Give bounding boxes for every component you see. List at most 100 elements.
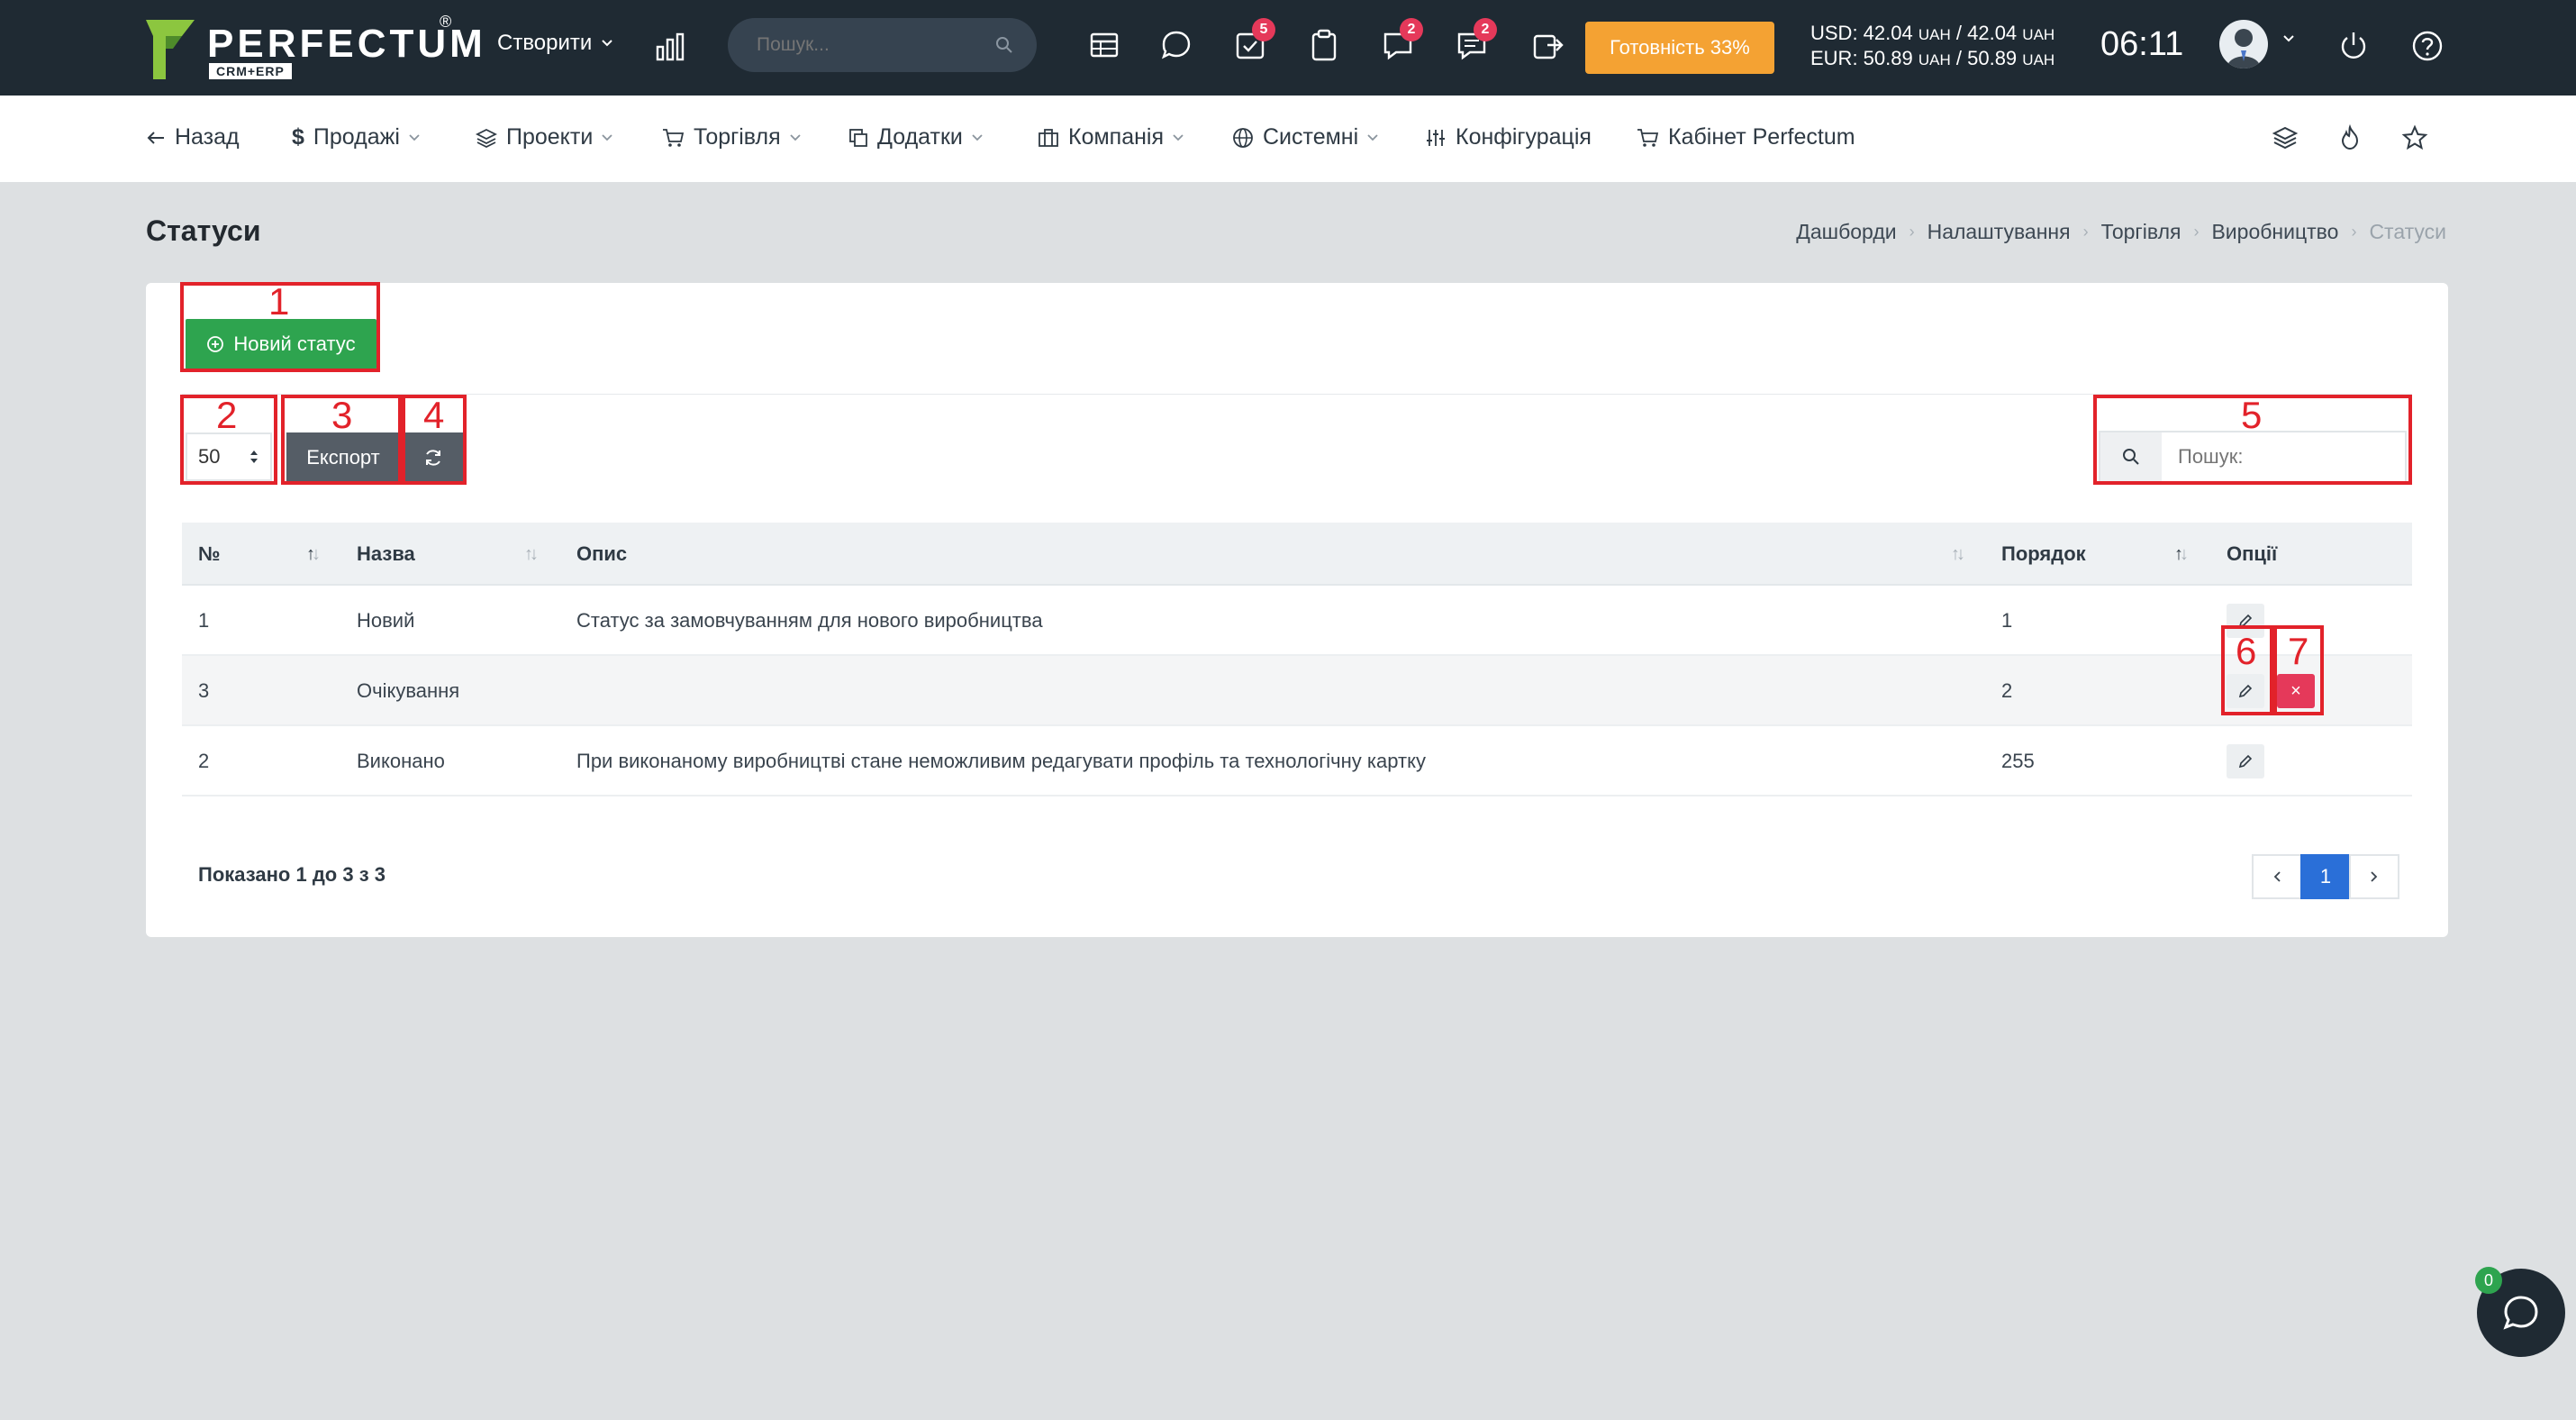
top-bar: PERFECTUM ® CRM+ERP Створити 5 [0,0,2576,96]
pencil-icon [2238,754,2253,769]
help-icon[interactable] [2410,29,2444,63]
annotation-label: 6 [2236,630,2257,672]
cart-icon [663,128,685,147]
page-button[interactable]: 1 [2300,854,2351,899]
chevron-down-icon [1173,133,1184,141]
power-icon[interactable] [2336,29,2371,63]
nav-company[interactable]: Компанія [1038,124,1184,150]
usd-unit-1: UAH [1918,26,1951,43]
annotation-label: 2 [216,394,238,436]
logo-registered-mark: ® [440,13,452,31]
showing-info: Показано 1 до 3 з 3 [198,863,385,886]
fire-icon[interactable] [2336,124,2363,151]
prev-page-button[interactable] [2252,854,2302,899]
tasks-button[interactable]: 5 [1232,18,1275,63]
currency-rates: USD: 42.04 UAH / 42.04 UAH EUR: 50.89 UA… [1810,22,2054,72]
global-search[interactable] [728,18,1037,72]
cell-num: 1 [198,609,210,632]
usd-unit-2: UAH [2022,26,2055,43]
globe-icon [1233,127,1253,148]
nav-company-label: Компанія [1068,124,1164,150]
messages-button[interactable]: 2 [1454,18,1497,63]
cart-icon [1637,128,1659,147]
nav-config[interactable]: Конфігурація [1425,124,1592,150]
col-desc[interactable]: Опис [576,542,627,566]
sort-icon[interactable]: ↑↓ [1951,544,1965,565]
chevron-right-icon: › [1909,223,1915,241]
chevron-right-icon: › [2351,223,2357,241]
nav-addons[interactable]: Додатки [848,124,983,150]
cell-num: 3 [198,679,210,702]
chevron-down-icon [1367,133,1378,141]
dollar-icon: $ [292,124,304,150]
arrow-left-icon [147,131,164,144]
eur-rate-buy: EUR: 50.89 [1810,47,1913,69]
col-name[interactable]: Назва [357,542,415,566]
eur-rate: EUR: 50.89 UAH / 50.89 UAH [1810,47,2054,72]
cell-name: Виконано [357,750,445,772]
col-num[interactable]: № [198,542,221,566]
chevron-down-icon [409,133,420,141]
nav-back[interactable]: Назад [146,124,240,150]
breadcrumb-item[interactable]: Торгівля [2101,220,2181,244]
edit-button[interactable] [2227,744,2264,778]
breadcrumb-item[interactable]: Налаштування [1927,220,2071,244]
annotation-label: 3 [331,394,353,436]
nav-config-label: Конфігурація [1456,124,1592,150]
layers-icon[interactable] [2272,124,2299,151]
usd-rate: USD: 42.04 UAH / 42.04 UAH [1810,22,2054,47]
next-page-button[interactable] [2349,854,2399,899]
nav-cabinet[interactable]: Кабінет Perfectum [1636,124,1855,150]
nav-trade[interactable]: Торгівля [661,124,801,150]
share-export-icon[interactable] [1529,27,1565,63]
chat-icon[interactable] [1158,27,1194,63]
global-search-input[interactable] [757,34,973,56]
nav-addons-label: Додатки [877,124,963,150]
chat-messages-button[interactable]: 2 [1380,18,1423,63]
usd-rate-sell: / 42.04 [1955,22,2018,44]
nav-projects[interactable]: Проекти [476,124,612,150]
chevron-down-icon[interactable] [2282,34,2295,43]
main-nav: Назад $ Продажі Проекти Торгівля Додатки… [0,96,2576,182]
clipboard-icon[interactable] [1306,27,1342,63]
star-icon[interactable] [2401,124,2428,151]
cell-num: 2 [198,750,210,772]
nav-sales-label: Продажі [313,124,400,150]
copy-icon [849,128,867,147]
calendar-icon[interactable] [1086,27,1122,63]
chevron-down-icon [602,133,612,141]
layers-icon [476,128,497,148]
divider [182,394,2412,395]
readiness-button[interactable]: Готовність 33% [1585,22,1774,74]
user-avatar-icon [2227,29,2261,68]
eur-rate-sell: / 50.89 [1955,47,2018,69]
nav-projects-label: Проекти [506,124,594,150]
annotation-label: 1 [268,280,290,323]
sort-icon[interactable]: ↑↓ [306,544,321,565]
chevron-right-icon: › [2082,223,2089,241]
logo[interactable]: PERFECTUM ® CRM+ERP [146,13,483,81]
nav-sales[interactable]: $ Продажі [292,124,420,150]
breadcrumb-current: Статуси [2369,220,2446,243]
create-dropdown[interactable]: Створити [497,31,613,56]
nav-system[interactable]: Системні [1232,124,1378,150]
chevron-down-icon [972,133,983,141]
breadcrumb-item[interactable]: Виробництво [2211,220,2338,244]
create-label: Створити [497,31,593,55]
cell-order: 2 [2001,679,2013,702]
chevron-right-icon [2371,871,2378,882]
pagination: 1 [2252,854,2399,899]
chevron-left-icon [2273,871,2281,882]
col-order[interactable]: Порядок [2001,542,2086,566]
search-icon [996,37,1012,53]
clock: 06:11 [2100,25,2184,63]
sort-icon[interactable]: ↑↓ [524,544,539,565]
breadcrumb-item[interactable]: Дашборди [1796,220,1896,244]
nav-back-label: Назад [175,124,240,150]
sort-icon[interactable]: ↑↓ [2174,544,2189,565]
annotation-label: 5 [2241,394,2263,436]
breadcrumb: Дашборди › Налаштування › Торгівля › Вир… [1796,220,2446,244]
avatar[interactable] [2219,20,2268,68]
bar-chart-icon[interactable] [654,31,686,63]
cell-name: Новий [357,609,415,632]
